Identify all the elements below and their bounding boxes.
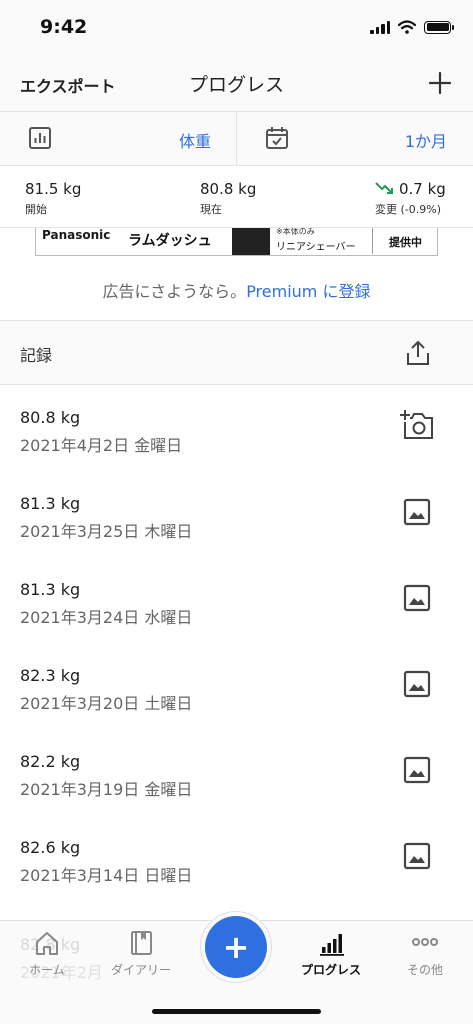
- entry-weight: 82.2 kg: [20, 752, 81, 771]
- summary-current: 80.8 kg 現在: [200, 180, 256, 217]
- metric-selector[interactable]: 体重: [179, 128, 211, 152]
- tab-diary-label: ダイアリー: [110, 963, 171, 977]
- premium-link[interactable]: Premium に登録: [246, 282, 370, 301]
- list-item[interactable]: 82.6 kg 2021年3月14日 日曜日: [0, 816, 473, 902]
- tab-home[interactable]: ホーム: [2, 929, 92, 978]
- quick-add-button[interactable]: +: [205, 916, 267, 978]
- home-indicator: [152, 1009, 321, 1014]
- image-icon[interactable]: [403, 670, 431, 698]
- entry-date: 2021年3月25日 木曜日: [20, 522, 193, 541]
- entry-weight: 82.3 kg: [20, 666, 81, 685]
- tab-progress[interactable]: プログレス: [286, 929, 376, 978]
- image-icon[interactable]: [403, 498, 431, 526]
- image-icon[interactable]: [403, 584, 431, 612]
- diary-icon: [131, 931, 152, 955]
- home-icon: [36, 932, 58, 955]
- ad-tag: 提供中: [372, 228, 437, 254]
- tab-more-label: その他: [406, 963, 443, 977]
- nav-bar: エクスポート プログレス: [0, 56, 473, 112]
- add-icon[interactable]: [427, 70, 453, 96]
- change-value: 0.7 kg: [399, 180, 446, 198]
- entry-date: 2021年3月14日 日曜日: [20, 866, 193, 885]
- entry-weight: 81.3 kg: [20, 580, 81, 599]
- list-item[interactable]: 81.3 kg 2021年3月25日 木曜日: [0, 472, 473, 558]
- records-header: 記録: [0, 321, 473, 385]
- current-label: 現在: [200, 203, 222, 216]
- wifi-icon: [398, 20, 416, 34]
- status-time: 9:42: [40, 16, 88, 38]
- start-label: 開始: [25, 203, 47, 216]
- entry-date: 2021年3月24日 水曜日: [20, 608, 193, 627]
- list-item[interactable]: 82.3 kg 2021年3月20日 土曜日: [0, 644, 473, 730]
- list-item[interactable]: 80.8 kg 2021年4月2日 金曜日: [0, 386, 473, 472]
- start-value: 81.5 kg: [25, 180, 82, 198]
- tab-diary[interactable]: ダイアリー: [96, 929, 186, 978]
- calendar-icon[interactable]: [264, 125, 290, 151]
- entry-date: 2021年4月2日 金曜日: [20, 436, 183, 455]
- records-title: 記録: [20, 346, 53, 365]
- status-icons: [370, 20, 454, 34]
- cellular-signal-icon: [370, 20, 390, 34]
- page-title: プログレス: [188, 74, 284, 96]
- add-photo-icon[interactable]: [399, 408, 435, 442]
- summary-start: 81.5 kg 開始: [25, 180, 81, 217]
- ad-product-name: リニアシェーバー: [276, 242, 356, 253]
- plus-icon: +: [222, 928, 250, 966]
- change-label: 変更 (-0.9%): [375, 203, 441, 216]
- filter-row: 体重 1か月: [0, 112, 473, 166]
- ad-brand: Panasonic: [42, 228, 111, 242]
- filter-divider: [236, 112, 237, 166]
- chart-icon[interactable]: [28, 126, 52, 150]
- share-icon[interactable]: [405, 339, 431, 367]
- entry-date: 2021年3月19日 金曜日: [20, 780, 193, 799]
- tab-progress-label: プログレス: [300, 963, 361, 977]
- premium-upsell: 広告にさようなら。Premium に登録: [0, 278, 473, 302]
- premium-text: 広告にさようなら。: [102, 282, 247, 301]
- ad-banner[interactable]: Panasonic ラムダッシュ ※本体のみ リニアシェーバー 提供中: [35, 228, 438, 256]
- list-item[interactable]: 81.3 kg 2021年3月24日 水曜日: [0, 558, 473, 644]
- entry-date: 2021年3月20日 土曜日: [20, 694, 193, 713]
- entry-weight: 80.8 kg: [20, 408, 81, 427]
- image-icon[interactable]: [403, 756, 431, 784]
- list-item[interactable]: 82.2 kg 2021年3月19日 金曜日: [0, 730, 473, 816]
- battery-icon: [424, 20, 454, 34]
- ad-product-image: [232, 228, 270, 255]
- range-selector[interactable]: 1か月: [405, 128, 447, 152]
- ad-subtext: ※本体のみ: [276, 228, 315, 236]
- ad-headline: ラムダッシュ: [128, 233, 212, 249]
- tab-bar: 82.8 kg 2021年2月 ホーム ダイアリー + プログレス その他: [0, 911, 473, 1024]
- tab-home-label: ホーム: [29, 963, 65, 977]
- more-icon: [412, 938, 438, 946]
- weight-summary: 81.5 kg 開始 80.8 kg 現在 0.7 kg 変更 (-0.9%): [0, 166, 473, 228]
- status-bar: 9:42: [0, 0, 473, 56]
- trend-down-icon: [375, 182, 393, 194]
- progress-icon: [320, 934, 344, 956]
- entry-weight: 82.6 kg: [20, 838, 81, 857]
- tab-more[interactable]: その他: [380, 929, 470, 978]
- summary-change: 0.7 kg 変更 (-0.9%): [375, 180, 446, 217]
- entry-weight: 81.3 kg: [20, 494, 81, 513]
- image-icon[interactable]: [403, 842, 431, 870]
- current-value: 80.8 kg: [200, 180, 257, 198]
